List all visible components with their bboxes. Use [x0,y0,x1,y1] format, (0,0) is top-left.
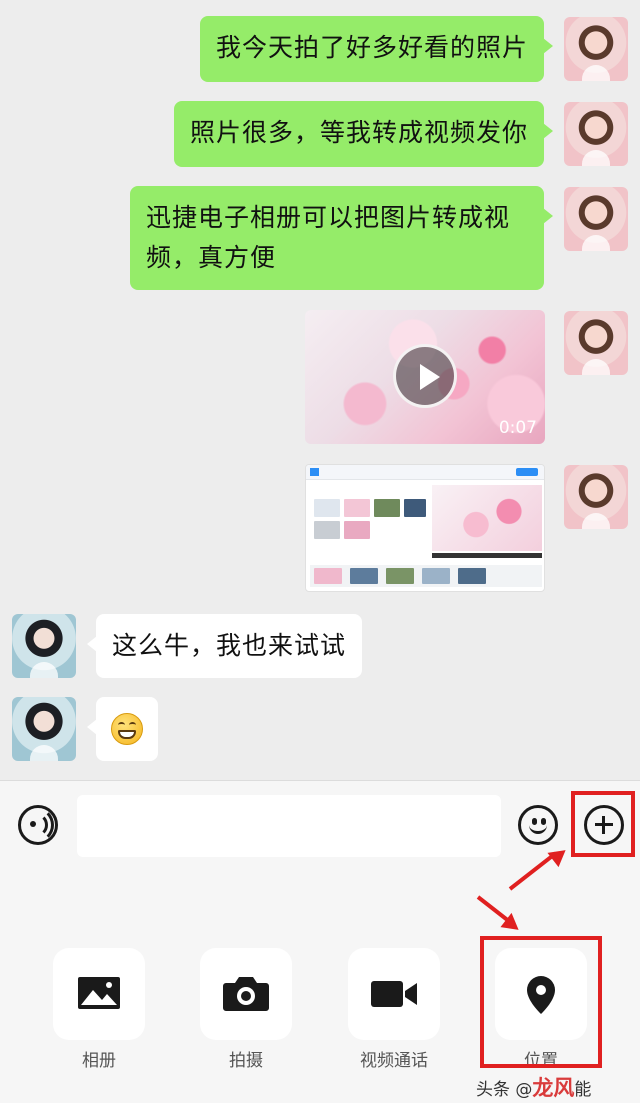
app-logo-icon [310,468,319,476]
timeline-bar [432,553,542,558]
avatar-me[interactable] [564,311,628,375]
video-duration: 0:07 [498,418,537,438]
highlight-box-location [480,936,602,1068]
thumbnail [404,499,426,517]
image-icon [78,977,120,1009]
voice-icon[interactable] [18,805,58,845]
thumbnail [386,568,414,584]
avatar-me[interactable] [564,465,628,529]
smile-icon[interactable] [518,805,558,845]
watermark-suffix: 能 [574,1080,592,1100]
thumbnail [344,521,370,539]
thumbnail [314,521,340,539]
video-camera-icon [371,981,417,1007]
avatar-me[interactable] [564,187,628,251]
message-bubble-received[interactable]: 这么牛，我也来试试 [86,614,363,678]
album-button[interactable] [53,948,145,1040]
avatar-contact[interactable] [12,614,76,678]
chat-history[interactable]: 我今天拍了好多好看的照片 照片很多，等我转成视频发你 迅捷电子相册可以把图片转成… [0,0,640,780]
play-icon[interactable] [393,344,457,408]
thumbnail [350,568,378,584]
video-call-label: 视频通话 [360,1051,428,1071]
thumbnail [314,568,342,584]
video-call-button[interactable] [348,948,440,1040]
watermark-accent: 龙风 [532,1076,575,1100]
filmstrip [310,565,542,587]
thumbnail [314,499,340,517]
avatar-contact[interactable] [12,697,76,761]
video-message[interactable]: 0:07 [305,310,545,444]
message-bubble-sent[interactable]: 迅捷电子相册可以把图片转成视频，真方便 [130,186,553,290]
watermark: 头条 @龙风能 [476,1072,591,1102]
message-bubble-sent[interactable]: 照片很多，等我转成视频发你 [173,101,554,167]
avatar-me[interactable] [564,17,628,81]
thumbnail [458,568,486,584]
shoot-button[interactable] [200,948,292,1040]
preview-image [432,485,542,551]
screenshot-button [516,468,538,476]
thumbnail [374,499,400,517]
emoji-message[interactable] [87,697,158,761]
more-functions-panel: 相册 拍摄 视频通话 位置 [0,870,640,1103]
shoot-label: 拍摄 [229,1051,263,1071]
watermark-prefix: 头条 @ [476,1080,533,1100]
avatar-me[interactable] [564,102,628,166]
grinning-face-icon [111,713,143,745]
thumbnail [344,499,370,517]
album-label: 相册 [82,1051,116,1071]
message-bubble-sent[interactable]: 我今天拍了好多好看的照片 [199,16,554,82]
input-bar [0,780,640,870]
image-message[interactable] [305,464,545,592]
thumbnail [422,568,450,584]
screenshot-toolbar [306,465,544,480]
camera-icon [223,977,269,1011]
message-input[interactable] [77,795,501,857]
highlight-box-more-button [571,791,635,857]
